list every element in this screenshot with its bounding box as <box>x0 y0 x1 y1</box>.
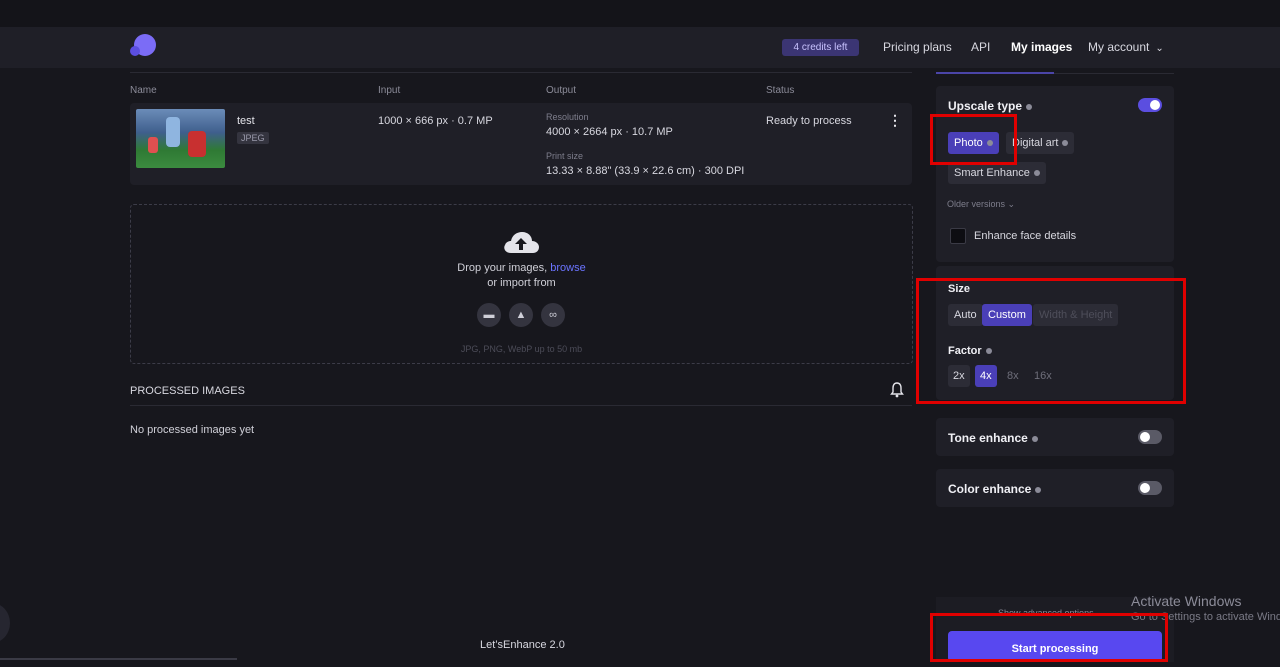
browse-link[interactable]: browse <box>550 262 585 274</box>
processed-divider <box>130 405 912 406</box>
top-strip <box>0 0 1280 27</box>
format-note: JPG, PNG, WebP up to 50 mb <box>460 344 583 354</box>
table-top-divider <box>130 72 912 73</box>
header-status: Status <box>766 85 795 96</box>
info-icon[interactable] <box>1035 486 1042 493</box>
nav-my-account-label: My account <box>1088 40 1150 54</box>
toggle-knob <box>1140 432 1150 442</box>
panel-tab-divider <box>1054 73 1174 74</box>
input-size: 1000 × 666 px · 0.7 MP <box>378 115 493 127</box>
print-size-value: 13.33 × 8.88" (33.9 × 22.6 cm) · 300 DPI <box>546 165 745 177</box>
info-icon[interactable] <box>1026 103 1033 110</box>
enhance-face-label: Enhance face details <box>974 230 1077 242</box>
info-icon[interactable] <box>1031 435 1038 442</box>
chip-label: Smart Enhance <box>954 167 1030 179</box>
info-icon <box>1033 170 1040 177</box>
drop-instructions: Drop your images, browse <box>131 262 912 274</box>
nav-my-images[interactable]: My images <box>1011 40 1072 54</box>
file-type-badge: JPEG <box>237 132 269 144</box>
toggle-knob <box>1150 100 1160 110</box>
file-name: test <box>237 115 255 127</box>
table-row[interactable]: test JPEG 1000 × 666 px · 0.7 MP Resolut… <box>130 103 912 185</box>
chip-label: Digital art <box>1012 137 1059 149</box>
chevron-down-icon: ⌄ <box>1155 43 1164 54</box>
status-text: Ready to process <box>766 115 852 127</box>
header-input: Input <box>378 85 401 96</box>
tone-enhance-label: Tone enhance <box>948 431 1028 445</box>
upscale-toggle[interactable] <box>1138 98 1162 112</box>
footer-brand: Let’sEnhance 2.0 <box>480 639 565 651</box>
bell-icon[interactable] <box>890 382 904 398</box>
upscale-option-smart-enhance[interactable]: Smart Enhance <box>948 162 1046 184</box>
nav-my-account[interactable]: My account ⌄ <box>1088 40 1164 54</box>
header-name: Name <box>130 85 157 96</box>
enhance-face-checkbox[interactable] <box>950 228 966 244</box>
upload-dropzone[interactable]: Drop your images, browse or import from … <box>130 204 913 364</box>
tone-enhance-title: Tone enhance <box>948 431 1038 445</box>
output-resolution: 4000 × 2664 px · 10.7 MP <box>546 126 673 138</box>
header-output: Output <box>546 85 577 96</box>
tone-enhance-toggle[interactable] <box>1138 430 1162 444</box>
toggle-knob <box>1140 483 1150 493</box>
credits-badge[interactable]: 4 credits left <box>782 39 859 56</box>
upscale-type-title: Upscale type <box>948 99 1033 113</box>
drop-text-main: Drop your images, <box>457 262 551 274</box>
info-icon <box>1062 140 1069 147</box>
upscale-type-label: Upscale type <box>948 99 1023 113</box>
color-enhance-title: Color enhance <box>948 482 1042 496</box>
more-options-icon[interactable]: ⋮ <box>888 113 902 129</box>
folder-icon[interactable]: ▬ <box>477 303 501 327</box>
cloud-upload-icon <box>504 232 539 253</box>
older-versions-toggle[interactable]: Older versions ⌄ <box>947 199 1015 210</box>
highlight-photo <box>930 114 1017 165</box>
highlight-start <box>930 613 1168 662</box>
panel-active-tab-indicator <box>936 72 1054 74</box>
link-icon[interactable]: ∞ <box>541 303 565 327</box>
resolution-label: Resolution <box>546 112 589 122</box>
color-enhance-toggle[interactable] <box>1138 481 1162 495</box>
print-size-label: Print size <box>546 151 584 161</box>
windows-activation-title: Activate Windows <box>1131 593 1242 609</box>
processed-images-title: PROCESSED IMAGES <box>130 385 245 397</box>
side-widget[interactable] <box>0 603 10 643</box>
color-enhance-label: Color enhance <box>948 482 1032 496</box>
image-thumbnail[interactable] <box>136 109 225 168</box>
processed-empty-text: No processed images yet <box>130 424 255 436</box>
nav-pricing-plans[interactable]: Pricing plans <box>883 40 952 54</box>
nav-api[interactable]: API <box>971 40 990 54</box>
google-drive-icon[interactable]: ▲ <box>509 303 533 327</box>
highlight-size <box>916 278 1186 404</box>
logo[interactable] <box>130 34 156 60</box>
import-from-text: or import from <box>487 277 556 289</box>
footer-scroll-indicator <box>0 658 237 660</box>
